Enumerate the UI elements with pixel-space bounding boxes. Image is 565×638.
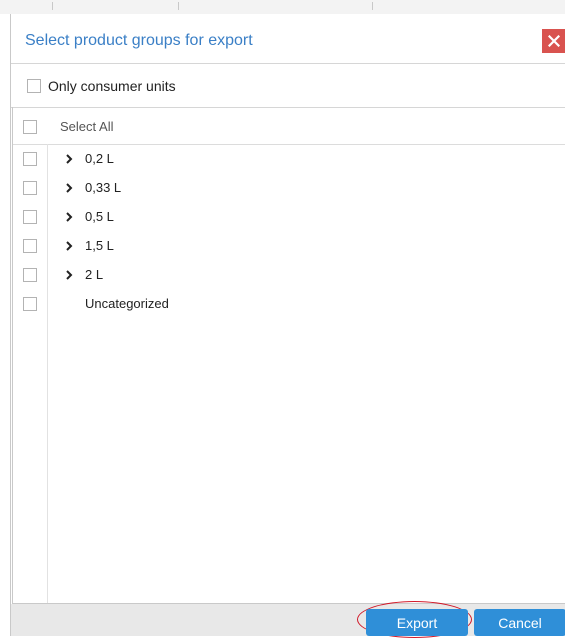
tree-item-label: 2 L (85, 267, 104, 282)
only-consumer-units-checkbox[interactable] (27, 79, 41, 93)
chevron-right-icon[interactable] (65, 269, 73, 281)
select-all-checkbox[interactable] (23, 120, 37, 134)
tree-item-label: 1,5 L (85, 238, 114, 253)
chevron-right-icon[interactable] (65, 211, 73, 223)
dialog-title: Select product groups for export (25, 32, 253, 49)
tree-item-0-5-l[interactable]: 0,5 L (13, 202, 565, 231)
background-divider (178, 2, 179, 10)
tree-item-label: 0,5 L (85, 209, 114, 224)
tree-item-0-33-l[interactable]: 0,33 L (13, 173, 565, 202)
chevron-right-icon[interactable] (65, 182, 73, 194)
background-divider (52, 2, 53, 10)
tree-item-checkbox[interactable] (23, 239, 37, 253)
background-app-strip (0, 0, 565, 14)
tree-item-label: Uncategorized (85, 296, 169, 311)
dialog-footer: Export Cancel (11, 601, 565, 638)
tree-item-1-5-l[interactable]: 1,5 L (13, 231, 565, 260)
chevron-right-icon[interactable] (65, 240, 73, 252)
chevron-right-icon[interactable] (65, 153, 73, 165)
only-consumer-units-label: Only consumer units (48, 78, 176, 94)
tree-item-label: 0,2 L (85, 151, 114, 166)
tree-item-checkbox[interactable] (23, 268, 37, 282)
close-icon (548, 35, 560, 47)
cancel-button[interactable]: Cancel (474, 609, 565, 636)
tree-item-2-l[interactable]: 2 L (13, 260, 565, 289)
tree-item-uncategorized[interactable]: Uncategorized (13, 289, 565, 318)
product-group-tree-panel: Select All 0,2 L 0,33 L 0,5 L 1,5 L 2 L … (12, 107, 565, 604)
close-button[interactable] (542, 29, 565, 53)
tree-item-label: 0,33 L (85, 180, 122, 195)
select-all-row[interactable]: Select All (13, 107, 565, 145)
dialog-header: Select product groups for export (11, 14, 565, 64)
export-button[interactable]: Export (366, 609, 468, 636)
tree-item-checkbox[interactable] (23, 181, 37, 195)
tree-item-checkbox[interactable] (23, 152, 37, 166)
select-all-label: Select All (60, 119, 114, 134)
only-consumer-units-option[interactable]: Only consumer units (11, 64, 565, 108)
product-group-tree: 0,2 L 0,33 L 0,5 L 1,5 L 2 L Uncategoriz… (13, 144, 565, 318)
export-dialog: Select product groups for export Only co… (10, 14, 565, 638)
tree-item-checkbox[interactable] (23, 210, 37, 224)
background-divider (372, 2, 373, 10)
tree-item-checkbox[interactable] (23, 297, 37, 311)
tree-item-0-2-l[interactable]: 0,2 L (13, 144, 565, 173)
